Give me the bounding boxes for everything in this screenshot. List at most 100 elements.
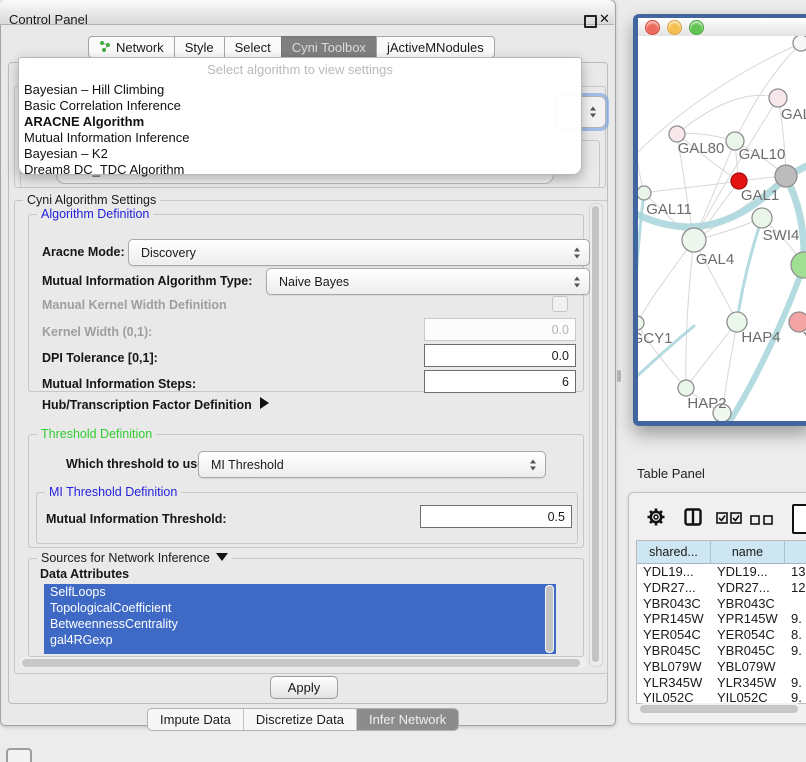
table-cell: YBR043C xyxy=(637,596,711,612)
column-header[interactable]: name xyxy=(711,541,785,563)
attributes-scrollbar[interactable] xyxy=(545,585,554,653)
algorithm-option[interactable]: Dream8 DC_TDC Algorithm xyxy=(19,162,581,178)
deselect-all-icon[interactable] xyxy=(750,512,774,530)
network-edges-highlighted xyxy=(638,160,806,421)
mi-steps-field[interactable]: 6 xyxy=(424,370,576,393)
node-node-green-right[interactable] xyxy=(791,252,806,278)
node-label-HAP4: HAP4 xyxy=(741,329,780,346)
kernel-width-field[interactable]: 0.0 xyxy=(424,318,576,341)
panel-splitter-handle[interactable] xyxy=(617,370,621,382)
table-cell: YDL19... xyxy=(711,564,785,580)
table-row[interactable]: YIL052CYIL052C9. xyxy=(637,690,806,704)
algorithm-dropdown-popup: Select algorithm to view settings Bayesi… xyxy=(18,57,582,175)
columns-icon[interactable] xyxy=(684,508,702,531)
node-gal-clipped[interactable] xyxy=(769,89,787,107)
tab-label: Select xyxy=(235,40,271,55)
window-minimize-button[interactable] xyxy=(667,20,682,35)
algorithm-option[interactable]: ARACNE Algorithm xyxy=(19,114,581,130)
bottom-tab-infer-network[interactable]: Infer Network xyxy=(356,709,458,730)
bottom-tab-impute-data[interactable]: Impute Data xyxy=(148,709,243,730)
aracne-mode-combo[interactable]: Discovery xyxy=(128,239,590,266)
node-GAL4[interactable] xyxy=(682,228,706,252)
tab-label: Style xyxy=(185,40,214,55)
table-body: YDL19...YDL19...13YDR27...YDR27...12YBR0… xyxy=(637,564,806,704)
table-cell: 9. xyxy=(785,690,806,704)
table-row[interactable]: YBR043CYBR043C xyxy=(637,596,806,612)
node-label-GAL10: GAL10 xyxy=(739,146,786,163)
hub-section-label: Hub/Transcription Factor Definition xyxy=(42,398,252,412)
hub-section-toggle[interactable]: Hub/Transcription Factor Definition xyxy=(42,397,269,412)
control-panel-titlebar[interactable] xyxy=(0,0,614,25)
table-cell xyxy=(785,659,806,675)
algorithm-option[interactable]: Bayesian – Hill Climbing xyxy=(19,82,581,98)
window-close-button[interactable] xyxy=(645,20,660,35)
algorithm-definition-title: Algorithm Definition xyxy=(37,207,153,221)
table-cell: YDR27... xyxy=(637,580,711,596)
node-label-HAP2: HAP2 xyxy=(687,395,726,412)
bottom-tab-discretize-data[interactable]: Discretize Data xyxy=(243,709,356,730)
algorithm-option[interactable]: Bayesian – K2 xyxy=(19,146,581,162)
tab-select[interactable]: Select xyxy=(224,36,282,58)
table-row[interactable]: YLR345WYLR345W9. xyxy=(637,675,806,691)
apply-button[interactable]: Apply xyxy=(270,676,338,699)
sources-title[interactable]: Sources for Network Inference xyxy=(37,551,232,565)
mi-threshold-definition-title: MI Threshold Definition xyxy=(45,485,181,499)
table-cell xyxy=(785,596,806,612)
node-label-GAL1: GAL1 xyxy=(741,187,779,204)
table-cell: YBR045C xyxy=(711,643,785,659)
network-canvas[interactable]: GALGAL80GAL10GAL1GAL11SWI4GAL4GCY1HAP4YH… xyxy=(638,36,806,421)
algorithm-option[interactable]: Mutual Information Inference xyxy=(19,130,581,146)
window-zoom-button[interactable] xyxy=(689,20,704,35)
table-row[interactable]: YPR145WYPR145W9. xyxy=(637,611,806,627)
settings-horizontal-scrollbar[interactable] xyxy=(20,657,586,668)
attribute-item[interactable]: SelfLoops xyxy=(44,584,556,600)
data-attributes-list[interactable]: SelfLoopsTopologicalCoefficientBetweenne… xyxy=(44,584,556,654)
tab-cyni-toolbox[interactable]: Cyni Toolbox xyxy=(281,36,377,58)
tab-network[interactable]: Network xyxy=(88,36,175,58)
which-threshold-value: MI Threshold xyxy=(211,458,284,472)
which-threshold-combo[interactable]: MI Threshold xyxy=(198,451,546,478)
mi-threshold-label: Mutual Information Threshold: xyxy=(46,512,227,526)
mi-type-value: Naive Bayes xyxy=(279,275,349,289)
collapsed-panel-icon[interactable] xyxy=(6,748,32,762)
close-icon[interactable]: ✕ xyxy=(599,11,610,27)
column-header[interactable]: shared... xyxy=(637,541,711,563)
network-window-titlebar[interactable] xyxy=(638,18,806,37)
table-row[interactable]: YDR27...YDR27...12 xyxy=(637,580,806,596)
node-node-top-right[interactable] xyxy=(793,36,806,51)
attribute-item[interactable]: gal4RGexp xyxy=(44,632,556,648)
manual-kernel-checkbox[interactable] xyxy=(552,296,568,312)
select-all-icon[interactable] xyxy=(716,511,742,529)
node-GAL11[interactable] xyxy=(638,186,651,200)
node-GCY1[interactable] xyxy=(638,316,644,330)
table-row[interactable]: YBR045CYBR045C9. xyxy=(637,643,806,659)
mi-type-combo[interactable]: Naive Bayes xyxy=(266,268,590,295)
dpi-tolerance-field[interactable]: 0.0 xyxy=(424,344,576,367)
bottom-tabs: Impute DataDiscretize DataInfer Network xyxy=(147,708,459,731)
node-table: shared...name YDL19...YDL19...13YDR27...… xyxy=(636,540,806,704)
tab-style[interactable]: Style xyxy=(174,36,225,58)
attribute-item[interactable]: TopologicalCoefficient xyxy=(44,600,556,616)
node-SWI4[interactable] xyxy=(752,208,772,228)
cyni-settings-title: Cyni Algorithm Settings xyxy=(23,193,160,207)
table-row[interactable]: YER054CYER054C8. xyxy=(637,627,806,643)
node-node-gray[interactable] xyxy=(775,165,797,187)
attribute-item[interactable]: BetweennessCentrality xyxy=(44,616,556,632)
algorithm-option[interactable]: Basic Correlation Inference xyxy=(19,98,581,114)
gear-icon[interactable] xyxy=(646,507,666,532)
table-row[interactable]: YDL19...YDL19...13 xyxy=(637,564,806,580)
node-HAP2[interactable] xyxy=(678,380,694,396)
table-horizontal-scrollbar[interactable] xyxy=(638,703,802,715)
threshold-definition-title: Threshold Definition xyxy=(37,427,156,441)
tab-label: Network xyxy=(116,40,164,55)
mi-threshold-field[interactable]: 0.5 xyxy=(420,505,572,528)
float-window-icon[interactable] xyxy=(584,15,597,28)
node-label-GCY1: GCY1 xyxy=(638,330,672,347)
tab-jactivemnodules[interactable]: jActiveMNodules xyxy=(376,36,495,58)
column-header[interactable] xyxy=(785,541,806,563)
dpi-tolerance-label: DPI Tolerance [0,1]: xyxy=(42,351,158,365)
panel-icon-clipped[interactable] xyxy=(792,504,806,534)
table-row[interactable]: YBL079WYBL079W xyxy=(637,659,806,675)
table-cell: YPR145W xyxy=(711,611,785,627)
settings-vertical-scrollbar[interactable] xyxy=(589,203,603,667)
